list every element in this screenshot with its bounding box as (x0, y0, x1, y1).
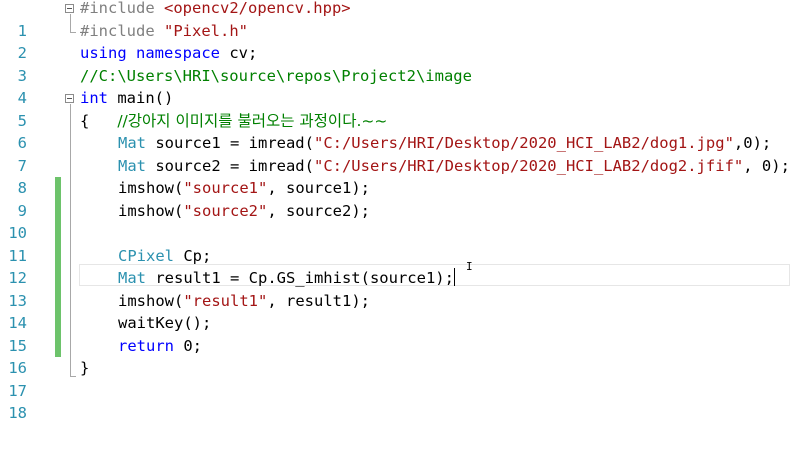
code-token: using (80, 44, 127, 62)
code-line[interactable]: 17 } (0, 357, 790, 400)
code-token: Mat (118, 269, 146, 287)
code-token: "source1" (183, 179, 268, 197)
code-token: <opencv2/opencv.hpp> (164, 0, 351, 17)
code-line[interactable]: 5 int main() (0, 87, 790, 130)
code-comment: //C:\Users\HRI\source\repos\Project2\ima… (80, 66, 472, 85)
code-line[interactable]: 9 imshow("source1", source1); (0, 177, 790, 245)
code-line[interactable]: 11 (0, 222, 790, 290)
code-line[interactable]: 10 imshow("source2", source2); (0, 200, 790, 267)
fold-toggle-icon[interactable] (65, 4, 74, 13)
code-token: } (80, 359, 90, 377)
code-token: 0; (174, 336, 202, 355)
code-token: { (80, 111, 118, 130)
code-token: source2 = imread( (146, 156, 314, 175)
code-token: "Pixel.h" (164, 21, 248, 40)
code-line[interactable]: 12 CPixel Cp; (0, 245, 790, 312)
code-token: namespace (136, 44, 221, 62)
code-token: cv; (220, 44, 258, 62)
code-line[interactable]: 7 Mat source1 = imread("C:/Users/HRI/Des… (0, 132, 790, 200)
code-line[interactable]: 2 #include "Pixel.h" (0, 20, 790, 63)
code-token: main() (108, 89, 174, 107)
code-token: "result1" (183, 291, 268, 310)
code-line[interactable]: 13 Mat result1 = Cp.GS_imhist(source1); (0, 267, 790, 335)
code-token: imshow( (118, 179, 184, 197)
code-token: "source2" (183, 201, 268, 220)
code-token: "C:/Users/HRI/Desktop/2020_HCI_LAB2/dog1… (313, 134, 734, 152)
code-editor[interactable]: I 1 #include <opencv2/opencv.hpp> 2 #inc… (0, 0, 790, 454)
code-line[interactable]: 15 waitKey(); (0, 312, 790, 355)
code-line[interactable]: 3 using namespace cv; (0, 42, 790, 85)
code-line[interactable]: 14 imshow("result1", result1); (0, 290, 790, 357)
code-token: Cp; (174, 246, 212, 265)
code-token: #include (80, 0, 164, 17)
fold-toggle-icon[interactable] (65, 94, 74, 103)
code-token: imshow( (118, 201, 184, 220)
code-token: Mat (118, 134, 146, 152)
code-token: "C:/Users/HRI/Desktop/2020_HCI_LAB2/dog2… (313, 156, 744, 175)
code-line[interactable]: 4 //C:\Users\HRI\source\repos\Project2\i… (0, 65, 790, 108)
code-line[interactable]: 18 (0, 380, 790, 422)
code-token: , result1); (267, 291, 370, 310)
code-token: , source2); (267, 201, 370, 220)
code-token: int (80, 89, 108, 107)
code-line[interactable]: 1 #include <opencv2/opencv.hpp> (0, 0, 790, 40)
code-line[interactable]: 16 return 0; (0, 335, 790, 378)
code-token: return (118, 336, 174, 355)
code-line[interactable]: 8 Mat source2 = imread("C:/Users/HRI/Des… (0, 155, 790, 222)
code-token: waitKey(); (118, 314, 212, 332)
code-line[interactable]: 6 { //강아지 이미지를 불러오는 과정이다.~~ (0, 110, 790, 153)
code-token: result1 = Cp.GS_imhist(source1); (146, 269, 454, 287)
code-token: CPixel (118, 246, 174, 265)
code-token: imshow( (118, 291, 184, 310)
code-token: , source1); (267, 179, 370, 197)
code-token: Mat (118, 156, 146, 175)
line-number: 18 (8, 404, 27, 422)
code-token: #include (80, 21, 164, 40)
code-comment: //강아지 이미지를 불러오는 과정이다.~~ (117, 111, 388, 130)
code-token: , 0); (743, 156, 790, 175)
text-caret (453, 268, 455, 286)
code-token: ,0); (733, 134, 772, 152)
code-token: source1 = imread( (146, 134, 314, 152)
